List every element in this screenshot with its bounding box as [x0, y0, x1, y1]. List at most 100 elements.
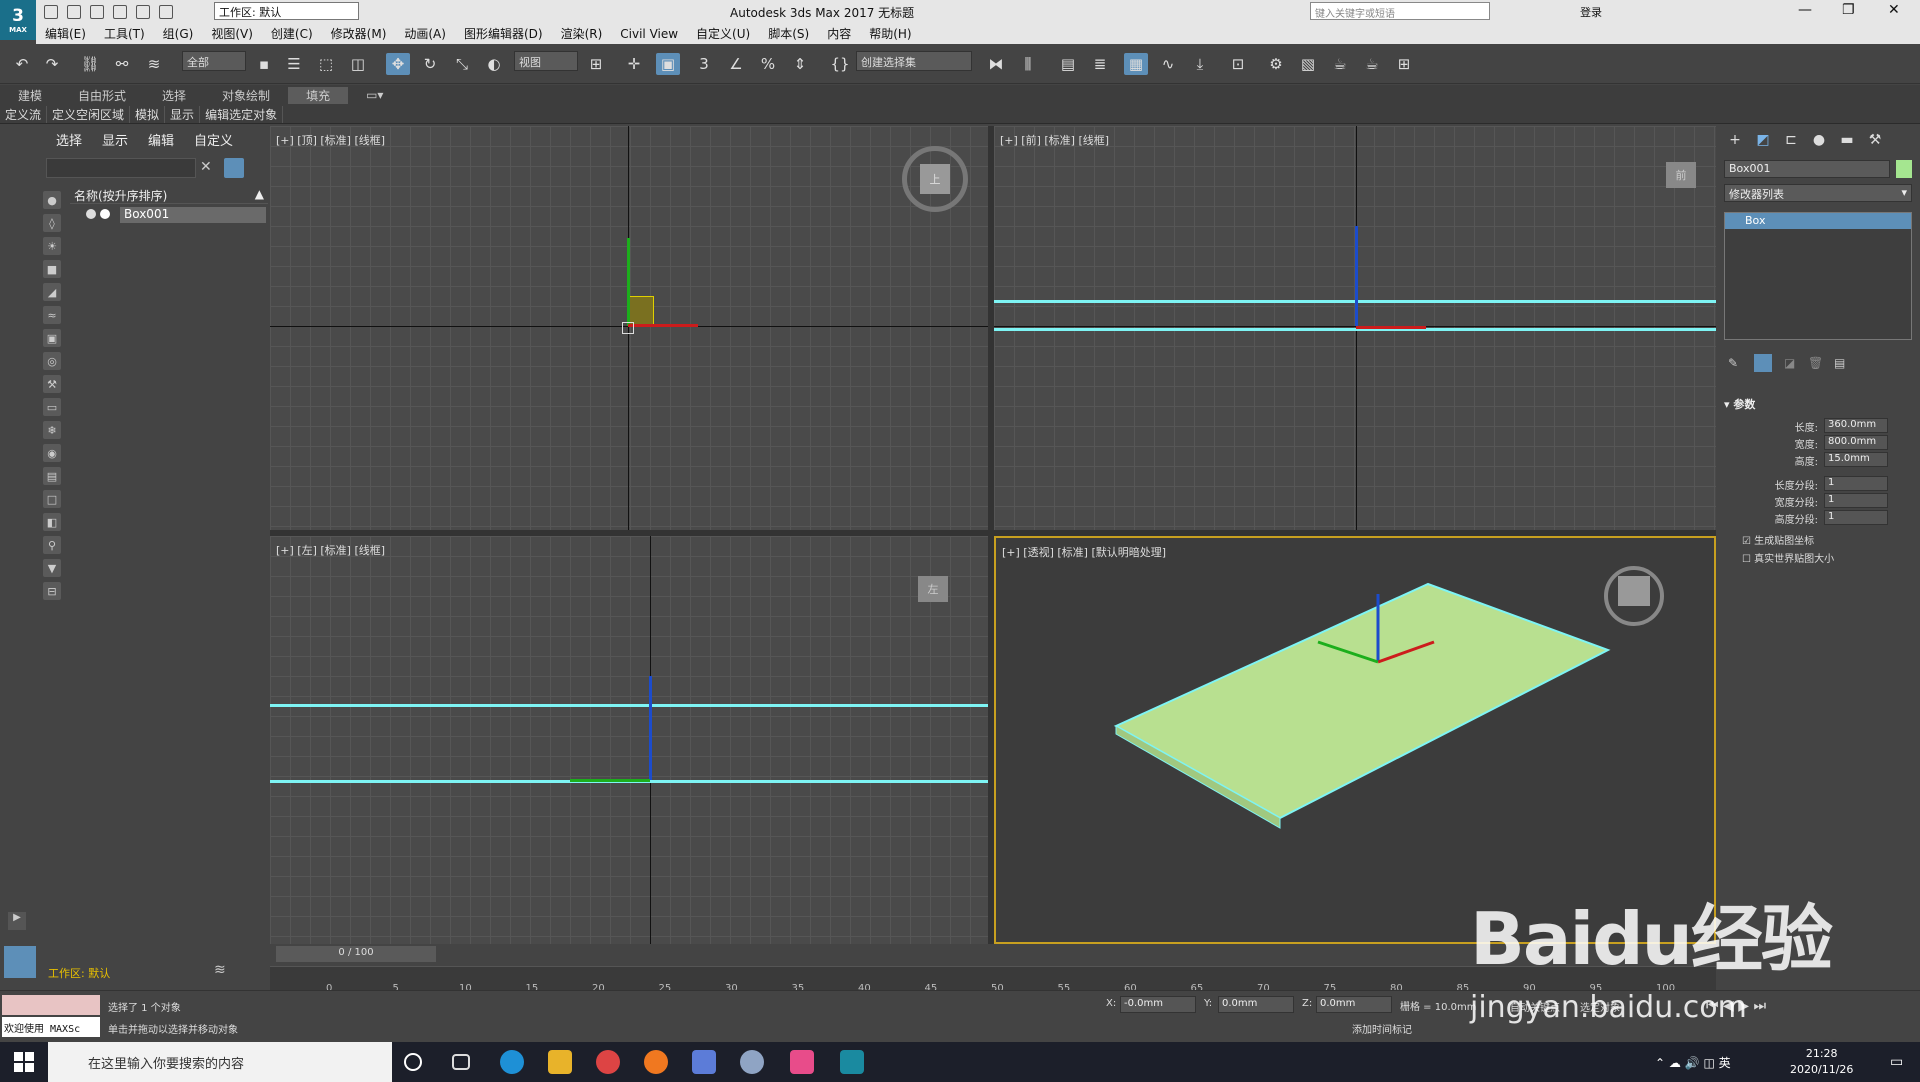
help-search-input[interactable]: 键入关键字或短语: [1310, 2, 1490, 20]
tab-freeform[interactable]: 自由形式: [60, 87, 144, 104]
select-rotate-icon[interactable]: ↻: [418, 53, 442, 75]
frozen-filter-icon[interactable]: ❄: [43, 421, 61, 439]
app-icon-2[interactable]: [692, 1050, 716, 1074]
taskbar-clock[interactable]: 21:28 2020/11/26: [1790, 1046, 1853, 1078]
viewport-front-label[interactable]: [+] [前] [标准] [线框]: [1000, 132, 1109, 148]
box-bottom-edge[interactable]: [994, 328, 1716, 331]
geometry-filter-icon[interactable]: ●: [43, 191, 61, 209]
ribbon-simulate[interactable]: 模拟: [130, 105, 166, 123]
x-coord-field[interactable]: -0.0mm: [1120, 996, 1196, 1013]
input-language[interactable]: 英: [1719, 1056, 1731, 1070]
close-icon[interactable]: ✕: [1888, 2, 1900, 18]
window-crossing-icon[interactable]: ◫: [346, 53, 370, 75]
bone-filter-icon[interactable]: ⚒: [43, 375, 61, 393]
select-manipulate-icon[interactable]: ✛: [622, 53, 646, 75]
gen-mapping-checkbox[interactable]: ☑ 生成贴图坐标: [1742, 532, 1814, 547]
workspace-selector[interactable]: 工作区: 默认: [44, 962, 204, 982]
viewcube-front[interactable]: 前: [1666, 162, 1696, 188]
link-icon[interactable]: ⛓: [78, 53, 102, 75]
ribbon-define-idle-areas[interactable]: 定义空闲区域: [47, 105, 131, 123]
maxscript-listener[interactable]: [2, 995, 100, 1015]
render-iterative-icon[interactable]: ☕: [1360, 53, 1384, 75]
spacewarp-filter-icon[interactable]: ≈: [43, 306, 61, 324]
save-icon[interactable]: [90, 4, 104, 19]
ribbon-define-flows[interactable]: 定义流: [0, 105, 48, 123]
app-logo[interactable]: 3 MAX: [0, 0, 36, 40]
menu-help[interactable]: 帮助(H): [860, 25, 920, 42]
scene-column-header[interactable]: 名称(按升序排序) ▲: [70, 186, 268, 204]
scene-menu-select[interactable]: 选择: [46, 130, 92, 149]
cortana-icon[interactable]: [404, 1053, 422, 1071]
layer-explorer-icon[interactable]: ≣: [1088, 53, 1112, 75]
utilities-tab-icon[interactable]: ⚒: [1864, 132, 1886, 152]
scene-menu-edit[interactable]: 编辑: [138, 130, 184, 149]
tab-selection[interactable]: 选择: [144, 87, 204, 104]
group-filter-icon[interactable]: ▣: [43, 329, 61, 347]
redo-icon[interactable]: [136, 4, 150, 19]
scene-menu-display[interactable]: 显示: [92, 130, 138, 149]
container-filter-icon[interactable]: ▭: [43, 398, 61, 416]
layers-icon[interactable]: ≋: [214, 962, 226, 978]
clear-search-icon[interactable]: ✕: [200, 159, 212, 175]
object-color-swatch[interactable]: [1896, 160, 1912, 178]
bind-spacewarp-icon[interactable]: ≋: [142, 53, 166, 75]
menu-content[interactable]: 内容: [818, 25, 860, 42]
tab-object-paint[interactable]: 对象绘制: [204, 87, 288, 104]
gizmo-y-axis[interactable]: [627, 238, 630, 326]
modifier-list-dropdown[interactable]: 修改器列表 ▾: [1724, 184, 1912, 202]
menu-tools[interactable]: 工具(T): [95, 25, 154, 42]
menu-views[interactable]: 视图(V): [202, 25, 262, 42]
menu-graph-editors[interactable]: 图形编辑器(D): [455, 25, 552, 42]
viewport-top[interactable]: [+] [顶] [标准] [线框] 上: [270, 126, 988, 530]
display-none-icon[interactable]: □: [43, 490, 61, 508]
open-file-icon[interactable]: [67, 4, 81, 19]
hierarchy-tab-icon[interactable]: ⊏: [1780, 132, 1802, 152]
select-object-icon[interactable]: ▪: [252, 53, 276, 75]
snaps-toggle-icon[interactable]: 3: [692, 53, 716, 75]
app-icon-4[interactable]: [790, 1050, 814, 1074]
menu-edit[interactable]: 编辑(E): [36, 25, 95, 42]
viewport-top-label[interactable]: [+] [顶] [标准] [线框]: [276, 132, 385, 148]
mirror-icon[interactable]: ⧓: [984, 53, 1008, 75]
3dsmax-taskbar-icon[interactable]: [840, 1050, 864, 1074]
task-view-icon[interactable]: [452, 1054, 470, 1070]
pivot-center-icon[interactable]: ⊞: [584, 53, 608, 75]
make-unique-icon[interactable]: ◪: [1784, 356, 1795, 370]
display-all-icon[interactable]: ▤: [43, 467, 61, 485]
edge-icon[interactable]: [500, 1050, 524, 1074]
align-icon[interactable]: ⫼: [1016, 53, 1040, 75]
gizmo-z-axis[interactable]: [1355, 226, 1358, 326]
height-spinner[interactable]: 15.0mm: [1824, 452, 1888, 467]
curve-editor-icon[interactable]: ∿: [1156, 53, 1180, 75]
menu-rendering[interactable]: 渲染(R): [552, 25, 612, 42]
invert-icon[interactable]: ◧: [43, 513, 61, 531]
render-production-icon[interactable]: ☕: [1328, 53, 1352, 75]
windows-start-icon[interactable]: [14, 1052, 34, 1072]
ribbon-options-icon[interactable]: ▭▾: [348, 88, 401, 102]
viewcube-left[interactable]: 左: [918, 576, 948, 602]
configure-sets-icon[interactable]: ▤: [1834, 356, 1845, 370]
login-button[interactable]: 登录: [1580, 4, 1602, 20]
scene-list-item[interactable]: Box001: [70, 206, 268, 224]
app-icon-1[interactable]: [596, 1050, 620, 1074]
firefox-icon[interactable]: [644, 1050, 668, 1074]
notification-icon[interactable]: ▭: [1890, 1054, 1903, 1070]
workspace-dropdown[interactable]: 工作区: 默认: [214, 2, 359, 20]
ribbon-edit-selected[interactable]: 编辑选定对象: [200, 105, 284, 123]
y-coord-field[interactable]: 0.0mm: [1218, 996, 1294, 1013]
height-segs-spinner[interactable]: 1: [1824, 510, 1888, 525]
gizmo-y-axis[interactable]: [570, 779, 650, 782]
box-top-edge[interactable]: [270, 704, 988, 707]
render-cloud-icon[interactable]: ⊞: [1392, 53, 1416, 75]
new-file-icon[interactable]: [44, 4, 58, 19]
scene-search-input[interactable]: [46, 158, 196, 178]
spinner-snap-icon[interactable]: ⇕: [788, 53, 812, 75]
shape-filter-icon[interactable]: ◊: [43, 214, 61, 232]
viewport-left-label[interactable]: [+] [左] [标准] [线框]: [276, 542, 385, 558]
real-world-map-checkbox[interactable]: ☐ 真实世界贴图大小: [1742, 550, 1834, 565]
render-setup-icon[interactable]: ⚙: [1264, 53, 1288, 75]
select-place-icon[interactable]: ◐: [482, 53, 506, 75]
length-segs-spinner[interactable]: 1: [1824, 476, 1888, 491]
tab-populate[interactable]: 填充: [288, 86, 349, 104]
xref-filter-icon[interactable]: ◎: [43, 352, 61, 370]
